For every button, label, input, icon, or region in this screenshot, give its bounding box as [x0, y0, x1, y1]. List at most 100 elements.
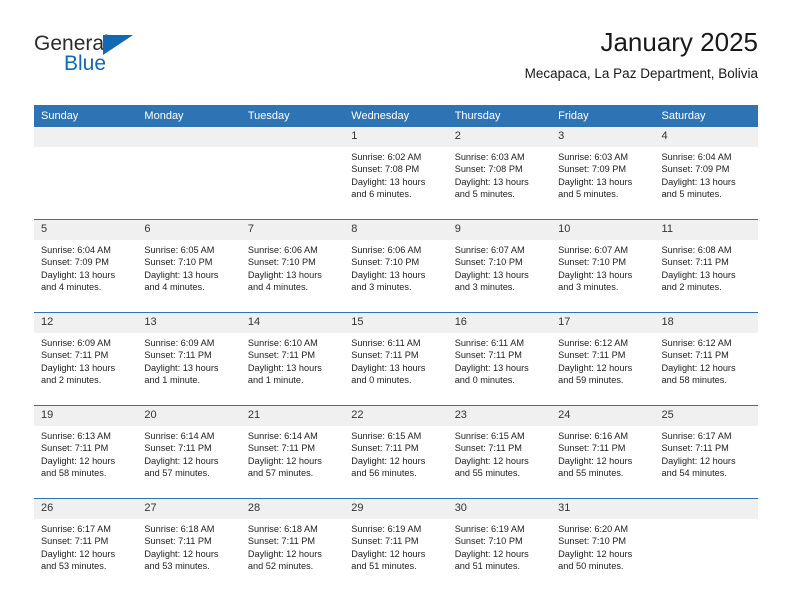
sunrise-text: Sunrise: 6:03 AM [454, 152, 525, 162]
sunrise-text: Sunrise: 6:09 AM [41, 338, 111, 348]
day-details: Sunrise: 6:03 AM Sunset: 7:08 PM Daylight:… [448, 147, 551, 219]
day-number: 7 [240, 220, 345, 240]
day-number: 20 [137, 406, 241, 426]
calendar-day-cell[interactable]: 3 Sunrise: 6:03 AM Sunset: 7:09 PM Daylight… [551, 127, 655, 220]
day-number: 5 [34, 220, 138, 240]
sunset-text: Sunset: 7:10 PM [351, 257, 420, 268]
sunrise-text: Sunrise: 6:02 AM [351, 152, 422, 162]
day-details [655, 519, 758, 591]
daylight-text-line2: and 5 minutes. [454, 188, 515, 199]
day-details: Sunrise: 6:02 AM Sunset: 7:08 PM Daylight:… [344, 147, 447, 219]
calendar-page: General Blue January 2025 Mecapaca, La P… [0, 0, 792, 612]
weekday-header-thursday: Thursday [447, 105, 552, 127]
day-details: Sunrise: 6:03 AM Sunset: 7:09 PM Daylight:… [551, 147, 654, 219]
calendar-day-cell[interactable]: 27 Sunrise: 6:18 AM Sunset: 7:11 PM Dayligh… [137, 498, 241, 591]
daylight-text-line1: Daylight: 12 hours [351, 455, 426, 466]
daylight-text-line2: and 0 minutes. [351, 374, 412, 385]
calendar-day-cell[interactable]: 31 Sunrise: 6:20 AM Sunset: 7:10 PM Dayligh… [551, 498, 655, 591]
calendar-header-row: Sunday Monday Tuesday Wednesday Thursday… [34, 105, 758, 127]
day-details: Sunrise: 6:20 AM Sunset: 7:10 PM Daylight:… [551, 519, 654, 591]
daylight-text-line1: Daylight: 12 hours [351, 548, 426, 559]
calendar-day-cell[interactable]: 20 Sunrise: 6:14 AM Sunset: 7:11 PM Dayligh… [137, 405, 241, 499]
sunset-text: Sunset: 7:10 PM [558, 257, 627, 268]
sunset-text: Sunset: 7:11 PM [558, 443, 626, 454]
sunrise-text: Sunrise: 6:14 AM [247, 431, 318, 441]
calendar-day-cell[interactable]: 25 Sunrise: 6:17 AM Sunset: 7:11 PM Dayligh… [654, 405, 758, 499]
day-number: 29 [344, 499, 448, 519]
calendar-day-cell[interactable]: 8 Sunrise: 6:06 AM Sunset: 7:10 PM Daylight… [344, 219, 448, 313]
calendar-day-cell[interactable]: 7 Sunrise: 6:06 AM Sunset: 7:10 PM Daylight… [240, 219, 345, 313]
calendar-day-cell[interactable]: 21 Sunrise: 6:14 AM Sunset: 7:11 PM Dayligh… [240, 405, 345, 499]
day-details: Sunrise: 6:06 AM Sunset: 7:10 PM Daylight:… [344, 240, 447, 312]
page-title: January 2025 [600, 27, 758, 57]
sunrise-text: Sunrise: 6:15 AM [454, 431, 525, 441]
calendar-day-cell[interactable]: 4 Sunrise: 6:04 AM Sunset: 7:09 PM Daylight… [654, 127, 758, 220]
sunrise-text: Sunrise: 6:15 AM [351, 431, 422, 441]
calendar-day-cell[interactable]: 1 Sunrise: 6:02 AM Sunset: 7:08 PM Daylight… [344, 127, 448, 220]
day-details: Sunrise: 6:10 AM Sunset: 7:11 PM Daylight:… [241, 333, 344, 405]
weekday-header-wednesday: Wednesday [344, 105, 448, 127]
day-details: Sunrise: 6:15 AM Sunset: 7:11 PM Daylight:… [448, 426, 551, 498]
calendar-day-cell[interactable]: 11 Sunrise: 6:08 AM Sunset: 7:11 PM Dayligh… [654, 219, 758, 313]
sunset-text: Sunset: 7:11 PM [661, 350, 729, 361]
day-number: 26 [34, 499, 138, 519]
daylight-text-line1: Daylight: 12 hours [454, 455, 529, 466]
day-details: Sunrise: 6:06 AM Sunset: 7:10 PM Daylight:… [241, 240, 344, 312]
calendar-day-cell[interactable]: 6 Sunrise: 6:05 AM Sunset: 7:10 PM Daylight… [137, 219, 241, 313]
sunrise-text: Sunrise: 6:12 AM [558, 338, 629, 348]
daylight-text-line2: and 52 minutes. [247, 560, 314, 571]
daylight-text-line2: and 58 minutes. [661, 374, 727, 385]
day-number: 14 [240, 313, 345, 333]
calendar-cell-empty [240, 127, 345, 220]
calendar-day-cell[interactable]: 10 Sunrise: 6:07 AM Sunset: 7:10 PM Dayligh… [551, 219, 655, 313]
calendar-day-cell[interactable]: 22 Sunrise: 6:15 AM Sunset: 7:11 PM Dayligh… [344, 405, 448, 499]
day-details: Sunrise: 6:12 AM Sunset: 7:11 PM Daylight:… [551, 333, 654, 405]
sunset-text: Sunset: 7:11 PM [144, 536, 212, 547]
calendar-day-cell[interactable]: 2 Sunrise: 6:03 AM Sunset: 7:08 PM Daylight… [447, 127, 552, 220]
calendar-day-cell[interactable]: 28 Sunrise: 6:18 AM Sunset: 7:11 PM Dayligh… [240, 498, 345, 591]
calendar-week-row: 12 Sunrise: 6:09 AM Sunset: 7:11 PM Dayligh… [34, 312, 758, 406]
day-number: 23 [447, 406, 552, 426]
day-details: Sunrise: 6:08 AM Sunset: 7:11 PM Daylight:… [655, 240, 758, 312]
general-blue-logo[interactable]: General Blue [34, 32, 254, 90]
logo-triangle-icon [103, 35, 133, 55]
day-number: 22 [344, 406, 448, 426]
sunset-text: Sunset: 7:11 PM [41, 443, 109, 454]
calendar-day-cell[interactable]: 13 Sunrise: 6:09 AM Sunset: 7:11 PM Dayligh… [137, 312, 241, 406]
calendar-day-cell[interactable]: 14 Sunrise: 6:10 AM Sunset: 7:11 PM Dayligh… [240, 312, 345, 406]
sunset-text: Sunset: 7:11 PM [41, 536, 109, 547]
sunset-text: Sunset: 7:09 PM [41, 257, 109, 268]
daylight-text-line1: Daylight: 12 hours [41, 548, 116, 559]
calendar-day-cell[interactable]: 24 Sunrise: 6:16 AM Sunset: 7:11 PM Dayligh… [551, 405, 655, 499]
calendar-cell-empty [137, 127, 241, 220]
calendar-day-cell[interactable]: 23 Sunrise: 6:15 AM Sunset: 7:11 PM Dayligh… [447, 405, 552, 499]
calendar-day-cell[interactable]: 15 Sunrise: 6:11 AM Sunset: 7:11 PM Dayligh… [344, 312, 448, 406]
sunset-text: Sunset: 7:11 PM [454, 443, 522, 454]
calendar-day-cell[interactable]: 17 Sunrise: 6:12 AM Sunset: 7:11 PM Dayligh… [551, 312, 655, 406]
weekday-header-tuesday: Tuesday [240, 105, 345, 127]
daylight-text-line2: and 53 minutes. [41, 560, 107, 571]
day-number: 30 [447, 499, 552, 519]
sunset-text: Sunset: 7:11 PM [661, 443, 729, 454]
calendar-day-cell[interactable]: 19 Sunrise: 6:13 AM Sunset: 7:11 PM Dayligh… [34, 405, 138, 499]
calendar-day-cell[interactable]: 18 Sunrise: 6:12 AM Sunset: 7:11 PM Dayligh… [654, 312, 758, 406]
sunset-text: Sunset: 7:11 PM [144, 443, 212, 454]
calendar-day-cell[interactable]: 29 Sunrise: 6:19 AM Sunset: 7:11 PM Dayligh… [344, 498, 448, 591]
sunrise-text: Sunrise: 6:06 AM [247, 245, 318, 255]
calendar-day-cell[interactable]: 30 Sunrise: 6:19 AM Sunset: 7:10 PM Dayligh… [447, 498, 552, 591]
calendar-body: 1 Sunrise: 6:02 AM Sunset: 7:08 PM Daylight… [34, 127, 758, 591]
sunset-text: Sunset: 7:09 PM [661, 164, 730, 175]
calendar-day-cell[interactable]: 16 Sunrise: 6:11 AM Sunset: 7:11 PM Dayligh… [447, 312, 552, 406]
day-number: 3 [551, 127, 655, 147]
day-details: Sunrise: 6:04 AM Sunset: 7:09 PM Daylight:… [34, 240, 137, 312]
daylight-text-line2: and 50 minutes. [558, 560, 624, 571]
calendar-week-row: 5 Sunrise: 6:04 AM Sunset: 7:09 PM Daylight… [34, 219, 758, 313]
calendar-day-cell[interactable]: 12 Sunrise: 6:09 AM Sunset: 7:11 PM Dayligh… [34, 312, 138, 406]
daylight-text-line2: and 4 minutes. [247, 281, 309, 292]
calendar-cell-empty [34, 127, 138, 220]
calendar-day-cell[interactable]: 26 Sunrise: 6:17 AM Sunset: 7:11 PM Dayligh… [34, 498, 138, 591]
day-details: Sunrise: 6:11 AM Sunset: 7:11 PM Daylight:… [344, 333, 447, 405]
calendar-day-cell[interactable]: 5 Sunrise: 6:04 AM Sunset: 7:09 PM Daylight… [34, 219, 138, 313]
day-details: Sunrise: 6:04 AM Sunset: 7:09 PM Daylight:… [655, 147, 758, 219]
calendar-day-cell[interactable]: 9 Sunrise: 6:07 AM Sunset: 7:10 PM Daylight… [447, 219, 552, 313]
